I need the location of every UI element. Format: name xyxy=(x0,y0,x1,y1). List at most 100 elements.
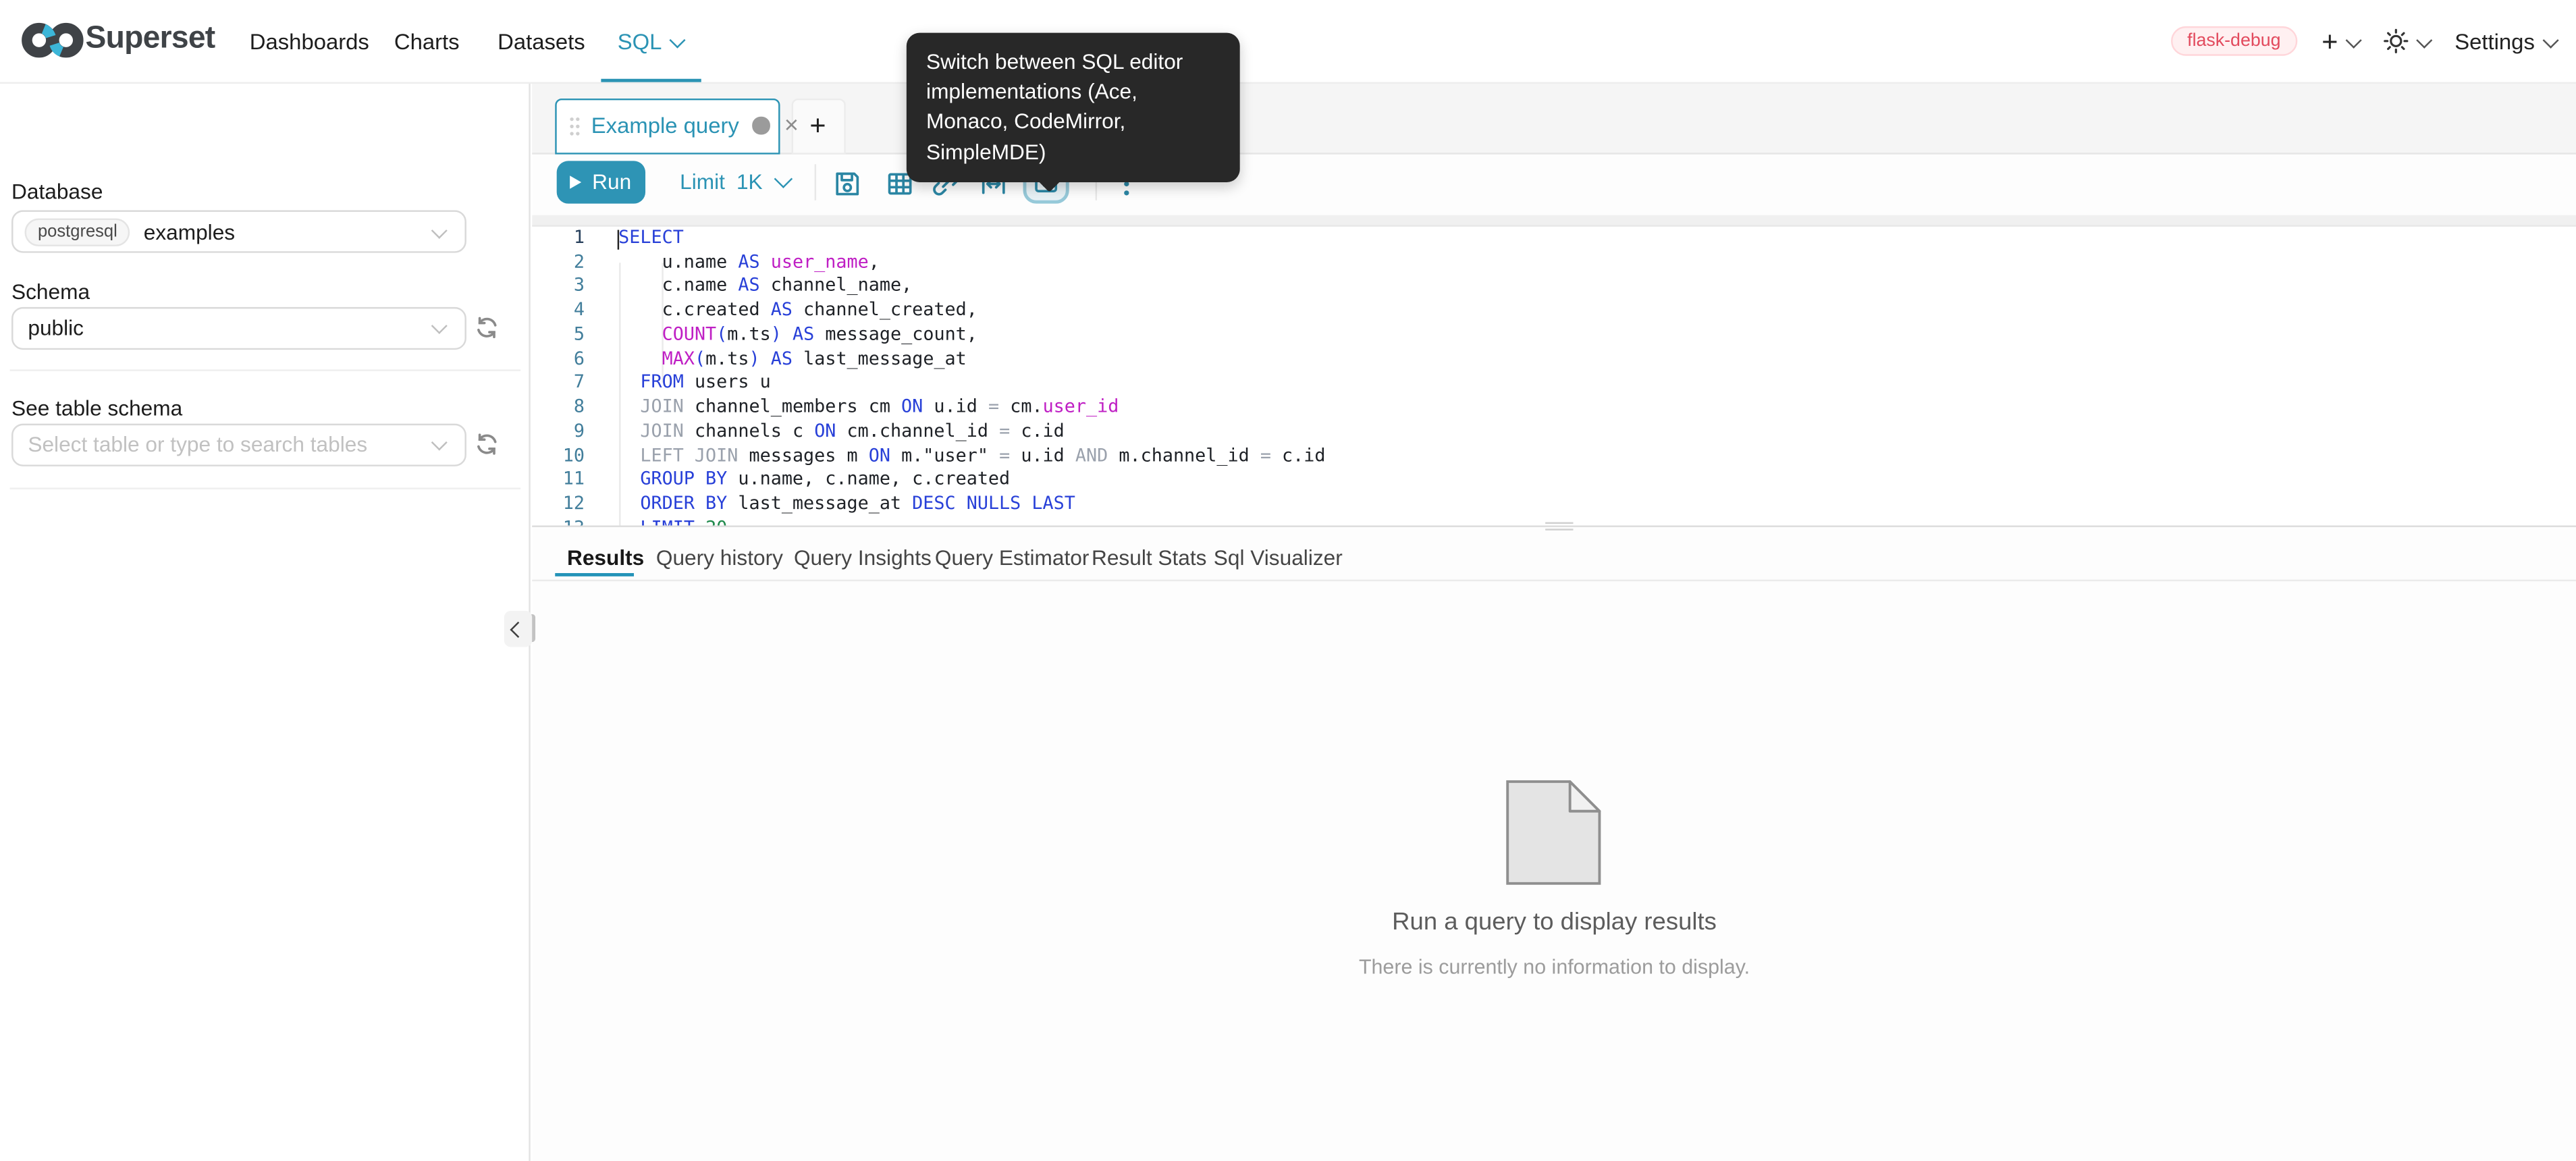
plus-icon: + xyxy=(2322,27,2338,55)
refresh-schemas-icon[interactable] xyxy=(475,315,499,340)
tab-query-insights[interactable]: Query Insights xyxy=(794,545,932,570)
code-line: SELECT xyxy=(618,227,1325,251)
editor-toolbar: Run Limit 1K xyxy=(532,153,2576,215)
table-select-placeholder: Select table or type to search tables xyxy=(28,432,367,456)
code-line: c.name AS channel_name, xyxy=(618,275,1325,299)
editor-gutter: 12345678910111213 xyxy=(532,227,585,526)
code-line: MAX(m.ts) AS last_message_at xyxy=(618,348,1325,372)
code-line: ORDER BY last_message_at DESC NULLS LAST xyxy=(618,493,1325,517)
tab-results[interactable]: Results xyxy=(567,545,644,570)
resize-grip[interactable] xyxy=(1545,522,1572,524)
schema-select-value: public xyxy=(28,315,84,340)
chevron-down-icon xyxy=(431,222,448,238)
line-number: 5 xyxy=(532,323,585,348)
theme-menu[interactable] xyxy=(2383,28,2430,54)
line-number: 9 xyxy=(532,420,585,444)
south-pane-tabs: Results Query history Query Insights Que… xyxy=(532,528,2576,580)
line-number: 11 xyxy=(532,468,585,493)
line-number: 2 xyxy=(532,251,585,275)
line-number: 3 xyxy=(532,275,585,299)
editor-tabstrip: Example query × + xyxy=(532,82,2576,155)
line-number: 13 xyxy=(532,517,585,526)
table-select[interactable]: Select table or type to search tables xyxy=(11,423,466,465)
code-line: GROUP BY u.name, c.name, c.created xyxy=(618,468,1325,493)
sql-code-editor[interactable]: 12345678910111213 SELECT u.name AS user_… xyxy=(532,215,2576,526)
collapse-sidebar-button[interactable] xyxy=(504,611,532,647)
tab-query-estimator[interactable]: Query Estimator xyxy=(935,545,1089,570)
code-line: c.created AS channel_created, xyxy=(618,299,1325,323)
line-number: 4 xyxy=(532,299,585,323)
line-number: 12 xyxy=(532,493,585,517)
nav-item-dashboards[interactable]: Dashboards xyxy=(250,30,369,54)
line-number: 1 xyxy=(532,227,585,251)
chevron-down-icon xyxy=(2417,32,2432,47)
chevron-down-icon xyxy=(431,435,448,451)
schema-select[interactable]: public xyxy=(11,306,466,349)
run-button[interactable]: Run xyxy=(556,160,644,202)
line-number: 7 xyxy=(532,372,585,396)
settings-menu[interactable]: Settings xyxy=(2454,29,2555,53)
run-label: Run xyxy=(592,169,631,194)
superset-logo-icon[interactable] xyxy=(22,18,87,63)
active-tab-indicator xyxy=(556,574,634,576)
line-number: 8 xyxy=(532,396,585,421)
tab-result-stats[interactable]: Result Stats xyxy=(1092,545,1207,570)
code-line: FROM users u xyxy=(618,372,1325,396)
tooltip-text: Switch between SQL editor implementation… xyxy=(926,49,1183,163)
chevron-down-icon xyxy=(2542,32,2557,47)
new-menu[interactable]: + xyxy=(2322,27,2359,55)
database-select[interactable]: postgresql examples xyxy=(11,210,466,252)
nav-item-charts[interactable]: Charts xyxy=(394,30,460,54)
sun-icon xyxy=(2383,28,2409,54)
close-tab-icon[interactable]: × xyxy=(784,113,799,138)
limit-label: Limit xyxy=(680,169,725,194)
toolbar-divider xyxy=(815,164,816,200)
superset-sql-lab: Superset Dashboards Charts Datasets SQL … xyxy=(0,0,2576,1161)
limit-dropdown[interactable]: Limit 1K xyxy=(680,160,790,202)
nav-item-datasets[interactable]: Datasets xyxy=(498,30,585,54)
code-line: LIMIT 20 xyxy=(618,517,1325,526)
editor-switch-tooltip: Switch between SQL editor implementation… xyxy=(907,33,1240,182)
sidebar-divider xyxy=(10,369,521,370)
chevron-down-icon xyxy=(2346,32,2361,47)
code-line: COUNT(m.ts) AS message_count, xyxy=(618,323,1325,348)
nav-active-indicator xyxy=(601,78,701,82)
save-query-icon[interactable] xyxy=(832,169,862,199)
code-line: JOIN channels c ON cm.channel_id = c.id xyxy=(618,420,1325,444)
tab-sql-visualizer[interactable]: Sql Visualizer xyxy=(1214,545,1343,570)
unsaved-changes-dot xyxy=(752,117,770,134)
drag-handle-icon[interactable] xyxy=(568,114,581,137)
navbar: Superset Dashboards Charts Datasets SQL … xyxy=(0,0,2576,84)
chevron-down-icon xyxy=(669,32,685,49)
nav-item-sql[interactable]: SQL xyxy=(618,30,683,54)
brand-wordmark: Superset xyxy=(86,22,215,58)
sidebar-divider xyxy=(10,487,521,488)
empty-state-title: Run a query to display results xyxy=(532,908,2576,936)
query-tab-label: Example query xyxy=(591,113,739,138)
editor-top-edge xyxy=(532,215,2576,227)
environment-badge: flask-debug xyxy=(2171,26,2297,56)
editor-code[interactable]: SELECT u.name AS user_name, c.name AS ch… xyxy=(618,227,1325,526)
settings-label: Settings xyxy=(2454,29,2535,53)
sql-editor-panel: Example query × + Run Limit 1K xyxy=(532,82,2576,1161)
query-tab[interactable]: Example query × xyxy=(555,98,780,154)
empty-state-subtitle: There is currently no information to dis… xyxy=(532,955,2576,978)
refresh-tables-icon[interactable] xyxy=(475,432,499,456)
database-engine-badge: postgresql xyxy=(24,217,130,245)
new-tab-button[interactable]: + xyxy=(790,98,844,154)
navbar-right: flask-debug + Settings xyxy=(2171,0,2555,82)
database-select-value: examples xyxy=(144,219,235,244)
line-number: 10 xyxy=(532,444,585,468)
schema-label: Schema xyxy=(11,278,90,302)
line-number: 6 xyxy=(532,348,585,372)
limit-value: 1K xyxy=(736,169,763,194)
database-label: Database xyxy=(11,179,103,203)
code-line: u.name AS user_name, xyxy=(618,251,1325,275)
play-icon xyxy=(569,175,581,188)
code-line: LEFT JOIN messages m ON m."user" = u.id … xyxy=(618,444,1325,468)
table-schema-label: See table schema xyxy=(11,395,182,419)
empty-document-icon xyxy=(1506,780,1601,886)
tab-query-history[interactable]: Query history xyxy=(656,545,783,570)
chevron-down-icon xyxy=(775,169,794,188)
code-line: JOIN channel_members cm ON u.id = cm.use… xyxy=(618,396,1325,421)
